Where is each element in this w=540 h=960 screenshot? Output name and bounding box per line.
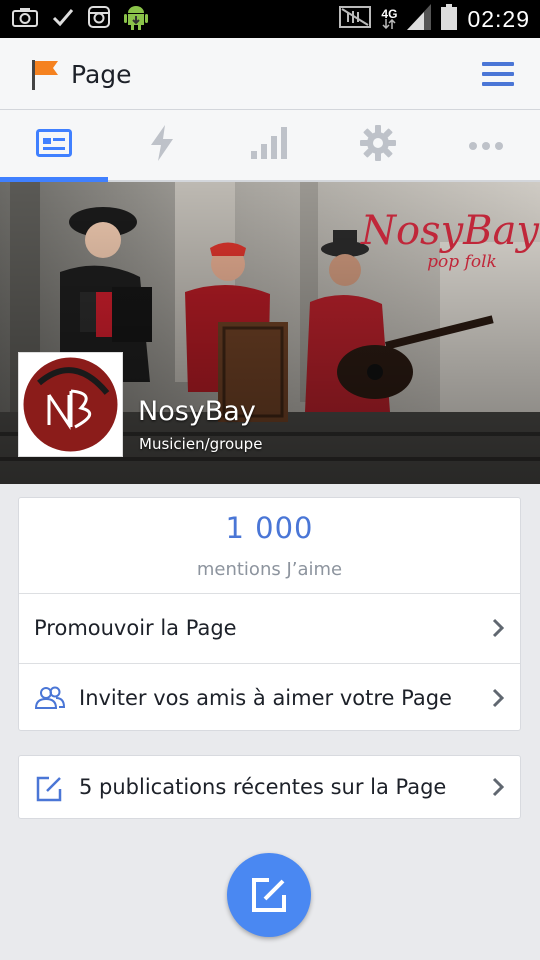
nosybay-logo	[23, 357, 118, 452]
page-header: Page	[0, 38, 540, 110]
menu-button[interactable]	[482, 62, 514, 86]
hamburger-icon	[482, 62, 514, 66]
tab-activity[interactable]	[108, 110, 216, 180]
cover-tagline-text: pop folk	[427, 252, 497, 272]
page-name: NosyBay	[138, 396, 256, 427]
flag-icon	[30, 58, 60, 94]
likes-count[interactable]: 1 000	[19, 511, 520, 545]
tab-bar	[0, 110, 540, 182]
invite-friends-row[interactable]: Inviter vos amis à aimer votre Page	[19, 663, 520, 734]
lightning-icon	[149, 125, 175, 165]
android-update-icon	[124, 3, 148, 35]
status-bar: 4G 02:29	[0, 0, 540, 38]
friends-icon	[34, 686, 66, 714]
signal-icon	[407, 4, 432, 34]
bar-chart-icon	[251, 127, 289, 163]
instagram-icon	[88, 6, 110, 32]
invite-friends-label: Inviter vos amis à aimer votre Page	[79, 686, 452, 710]
compose-icon	[252, 878, 286, 912]
tab-insights[interactable]	[216, 110, 324, 180]
recent-posts-label: 5 publications récentes sur la Page	[79, 775, 447, 799]
check-icon	[52, 7, 74, 31]
tab-settings[interactable]	[324, 110, 432, 180]
camera-icon	[12, 7, 38, 31]
cover-brand-text: NosyBay	[360, 208, 540, 254]
page-category: Musicien/groupe	[139, 435, 263, 453]
nfc-icon	[339, 6, 372, 32]
compose-fab-button[interactable]	[227, 853, 311, 937]
chevron-right-icon	[492, 618, 505, 642]
recent-posts-row[interactable]: 5 publications récentes sur la Page	[18, 755, 521, 819]
battery-icon	[441, 4, 458, 34]
chevron-right-icon	[492, 777, 505, 801]
tab-more[interactable]	[432, 110, 540, 180]
page-title: Page	[71, 60, 132, 89]
profile-picture[interactable]	[18, 352, 123, 457]
cover-photo[interactable]: NosyBay pop folk NosyBay Musicien/groupe	[0, 182, 540, 484]
likes-card: 1 000 mentions J’aime Promouvoir la Page…	[18, 497, 521, 731]
likes-label: mentions J’aime	[196, 559, 343, 580]
more-dots-icon	[468, 136, 504, 155]
promote-page-label: Promouvoir la Page	[34, 616, 237, 640]
network-type: 4G	[381, 8, 397, 30]
clock: 02:29	[467, 5, 530, 32]
chevron-right-icon	[492, 688, 505, 712]
compose-icon	[35, 775, 63, 807]
tab-page[interactable]	[0, 110, 108, 182]
gear-icon	[360, 125, 396, 165]
promote-page-row[interactable]: Promouvoir la Page	[19, 593, 520, 664]
page-card-icon	[36, 129, 72, 161]
